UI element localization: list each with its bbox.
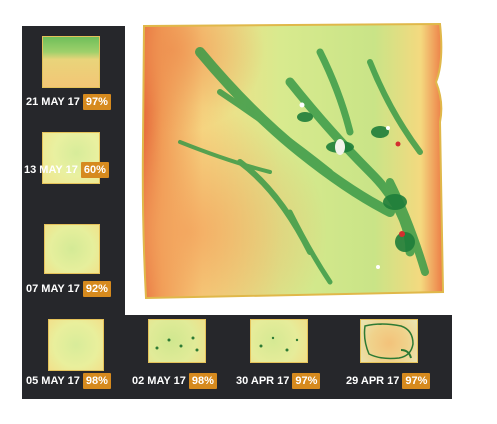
timeline-date: 05 MAY 17 xyxy=(26,375,80,387)
timeline-caption: 07 MAY 17 92% xyxy=(26,281,111,297)
field-thumbnail xyxy=(42,36,100,88)
timeline-caption: 13 MAY 17 60% xyxy=(24,162,109,178)
cloud-free-badge: 98% xyxy=(188,373,217,389)
timeline-item[interactable]: 07 MAY 17 92% xyxy=(22,218,122,314)
cloud-free-badge: 92% xyxy=(82,281,111,297)
timeline-item[interactable]: 29 APR 17 97% xyxy=(342,315,450,399)
cloud-free-badge: 97% xyxy=(292,373,321,389)
timeline-caption: 02 MAY 17 98% xyxy=(132,373,217,389)
field-thumbnail xyxy=(44,224,100,274)
field-thumbnail xyxy=(48,319,104,371)
field-outline-icon xyxy=(363,323,414,360)
timeline-item[interactable]: 05 MAY 17 98% xyxy=(22,315,122,399)
timeline-date: 30 APR 17 xyxy=(236,375,290,387)
timeline-item[interactable]: 21 MAY 17 97% xyxy=(22,26,122,122)
timeline-item[interactable]: 30 APR 17 97% xyxy=(232,315,332,399)
timeline-item[interactable]: 13 MAY 17 60% xyxy=(22,122,122,218)
field-thumbnail xyxy=(148,319,206,363)
timeline-date: 13 MAY 17 xyxy=(24,164,78,176)
cloud-free-badge: 60% xyxy=(80,162,109,178)
timeline-item[interactable]: 02 MAY 17 98% xyxy=(128,315,228,399)
vegetation-spots-icon xyxy=(155,336,199,352)
vegetation-spots-icon xyxy=(259,336,299,352)
cloud-free-badge: 98% xyxy=(82,373,111,389)
timeline-date: 07 MAY 17 xyxy=(26,283,80,295)
timeline-caption: 21 MAY 17 97% xyxy=(26,94,111,110)
cloud-free-badge: 97% xyxy=(402,373,431,389)
cloud-free-badge: 97% xyxy=(82,94,111,110)
timeline-date: 21 MAY 17 xyxy=(26,96,80,108)
ndvi-field-map-icon xyxy=(141,22,445,300)
timeline-date: 02 MAY 17 xyxy=(132,375,186,387)
timeline-caption: 29 APR 17 97% xyxy=(346,373,431,389)
timeline-date: 29 APR 17 xyxy=(346,375,400,387)
field-ndvi-map[interactable] xyxy=(140,22,452,302)
timeline-caption: 05 MAY 17 98% xyxy=(26,373,111,389)
field-thumbnail xyxy=(360,319,418,363)
timeline-caption: 30 APR 17 97% xyxy=(236,373,321,389)
field-thumbnail xyxy=(250,319,308,363)
